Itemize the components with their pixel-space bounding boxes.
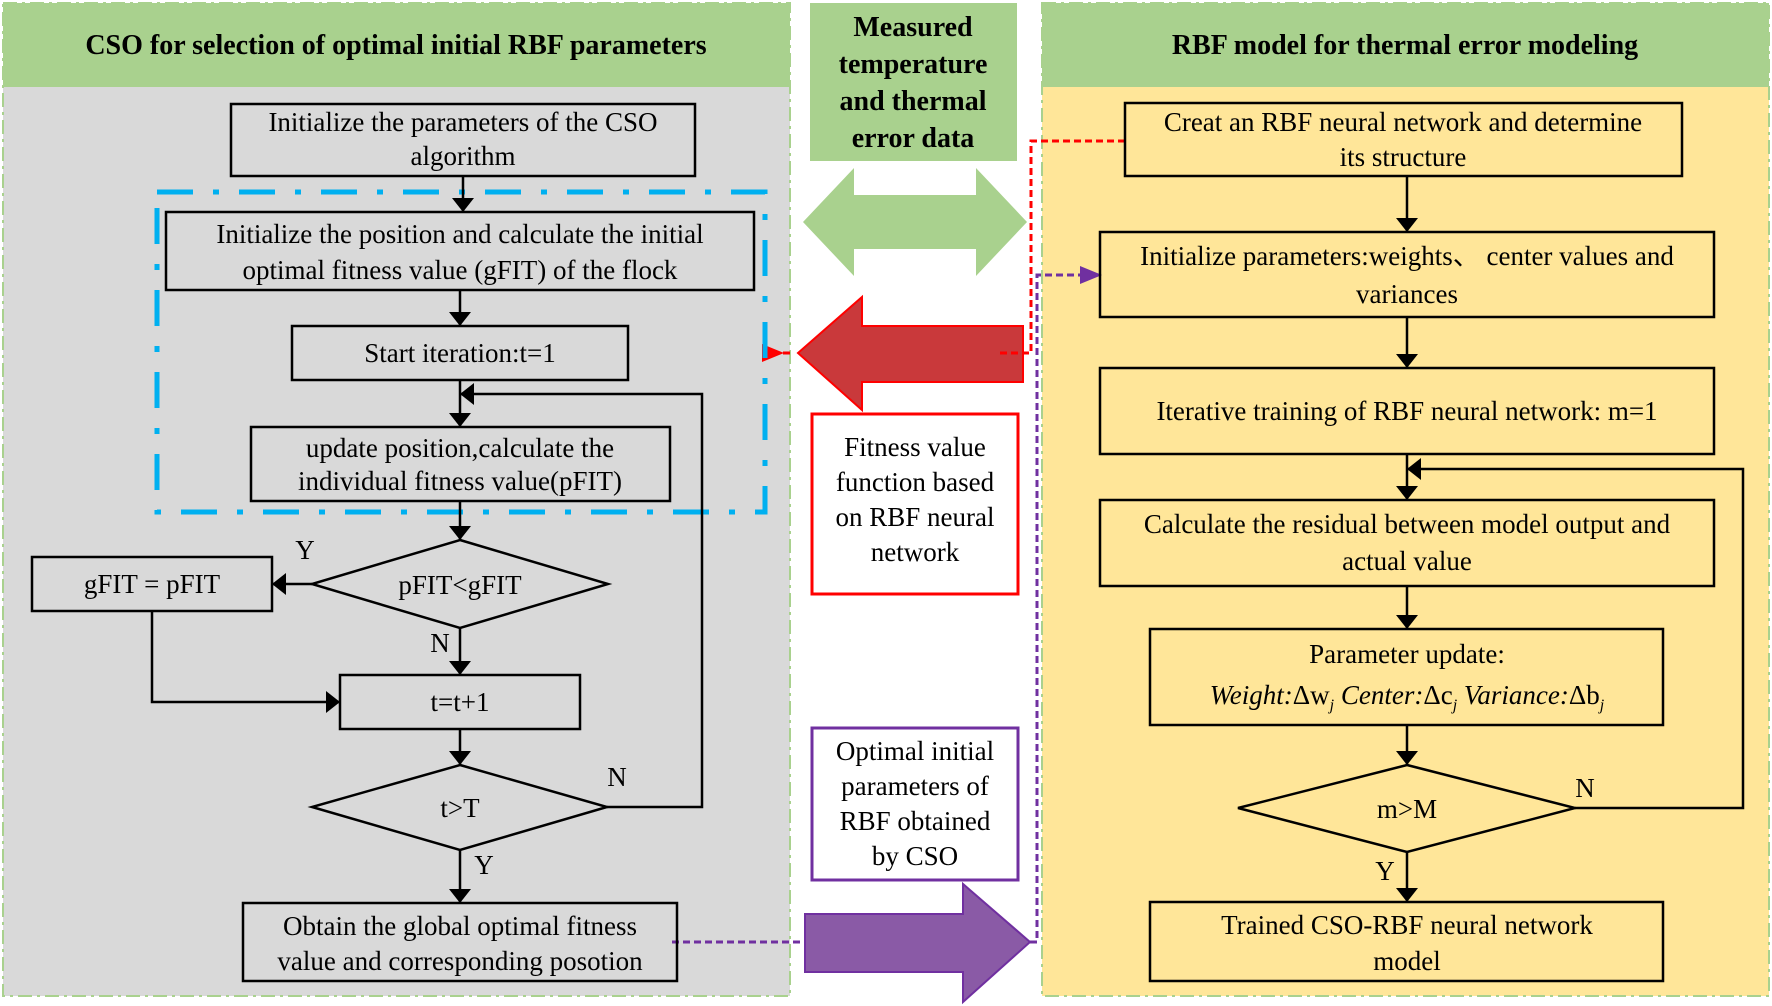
- measured-data-box: Measured temperature and thermal error d…: [810, 3, 1017, 161]
- svg-text:pFIT<gFIT: pFIT<gFIT: [398, 570, 522, 600]
- measured-data-line-4: error data: [852, 123, 975, 154]
- svg-text:Initialize the parameters of t: Initialize the parameters of the CSO: [268, 107, 657, 137]
- bidirectional-data-arrow: [803, 168, 1027, 276]
- svg-text:Start iteration:t=1: Start iteration:t=1: [364, 338, 555, 368]
- right-panel-body: [1042, 87, 1769, 996]
- param-update-formula: Weight:Δwj Center:Δcj Variance:Δbj: [1210, 680, 1605, 714]
- svg-text:Iterative training of RBF neur: Iterative training of RBF neural network…: [1156, 396, 1657, 426]
- svg-text:RBF obtained: RBF obtained: [840, 806, 991, 836]
- svg-text:network: network: [871, 537, 960, 567]
- right-panel-title: RBF model for thermal error modeling: [1172, 30, 1638, 61]
- label-m-yes: Y: [1375, 856, 1395, 886]
- left-panel-title: CSO for selection of optimal initial RBF…: [85, 30, 706, 61]
- optimal-params-arrow: [804, 881, 1032, 1005]
- label-m-no: N: [1575, 773, 1595, 803]
- measured-data-line-3: and thermal: [840, 86, 987, 117]
- svg-text:algorithm: algorithm: [411, 141, 516, 171]
- measured-data-line-1: Measured: [853, 12, 973, 43]
- optimal-params-box: Optimal initial parameters of RBF obtain…: [810, 726, 1020, 882]
- svg-text:Fitness value: Fitness value: [844, 432, 986, 462]
- left-panel: CSO for selection of optimal initial RBF…: [2, 2, 791, 997]
- svg-text:Obtain the global optimal fitn: Obtain the global optimal fitness: [283, 911, 637, 941]
- measured-data-line-2: temperature: [839, 49, 988, 80]
- flowchart-canvas: CSO for selection of optimal initial RBF…: [2, 2, 1770, 1005]
- svg-text:actual value: actual value: [1342, 546, 1472, 576]
- fitness-feedback-arrow: [796, 294, 1024, 413]
- svg-text:parameters of: parameters of: [841, 771, 989, 801]
- label-pfit-no: N: [430, 628, 450, 658]
- svg-text:optimal fitness value (gFIT) o: optimal fitness value (gFIT) of the floc…: [243, 255, 678, 285]
- svg-text:t>T: t>T: [440, 793, 480, 823]
- svg-text:its structure: its structure: [1340, 142, 1467, 172]
- svg-text:m>M: m>M: [1377, 794, 1437, 824]
- svg-text:Parameter update:: Parameter update:: [1309, 639, 1505, 669]
- svg-text:Initialize parameters:weights、: Initialize parameters:weights、 center va…: [1140, 241, 1674, 271]
- label-t-yes: Y: [474, 850, 494, 880]
- svg-text:by CSO: by CSO: [872, 841, 958, 871]
- svg-text:Trained CSO-RBF neural network: Trained CSO-RBF neural network: [1221, 910, 1593, 940]
- label-t-no: N: [607, 762, 627, 792]
- svg-text:on RBF neural: on RBF neural: [836, 502, 995, 532]
- svg-text:value and corresponding posoti: value and corresponding posotion: [277, 946, 643, 976]
- svg-text:gFIT = pFIT: gFIT = pFIT: [84, 569, 221, 599]
- svg-text:update position,calculate the: update position,calculate the: [306, 433, 614, 463]
- svg-text:Initialize the position and ca: Initialize the position and calculate th…: [216, 219, 703, 249]
- fitness-function-box: Fitness value function based on RBF neur…: [810, 412, 1020, 596]
- svg-text:variances: variances: [1356, 279, 1458, 309]
- label-pfit-yes: Y: [295, 535, 315, 565]
- svg-text:individual fitness value(pFIT): individual fitness value(pFIT): [298, 466, 622, 496]
- svg-text:Calculate the residual between: Calculate the residual between model out…: [1144, 509, 1671, 539]
- svg-text:model: model: [1373, 946, 1441, 976]
- svg-text:function based: function based: [836, 467, 995, 497]
- svg-text:Optimal initial: Optimal initial: [836, 736, 994, 766]
- svg-text:Creat an RBF neural network an: Creat an RBF neural network and determin…: [1164, 107, 1642, 137]
- svg-text:t=t+1: t=t+1: [431, 687, 490, 717]
